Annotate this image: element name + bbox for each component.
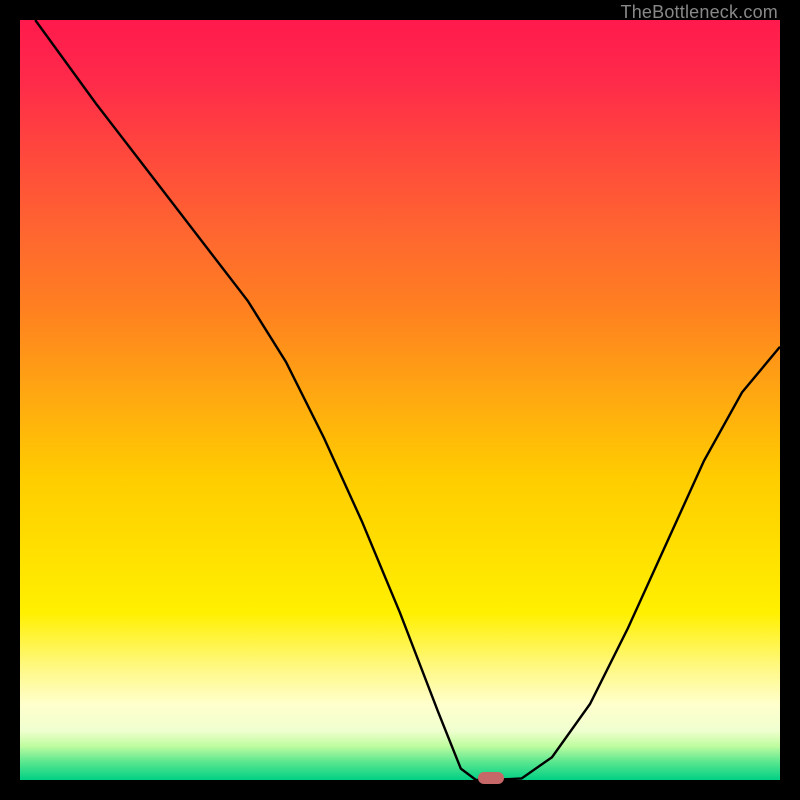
curve-svg — [20, 20, 780, 780]
bottleneck-curve — [35, 20, 780, 780]
optimal-marker — [478, 772, 504, 784]
plot-area — [20, 20, 780, 780]
chart-container: TheBottleneck.com — [0, 0, 800, 800]
